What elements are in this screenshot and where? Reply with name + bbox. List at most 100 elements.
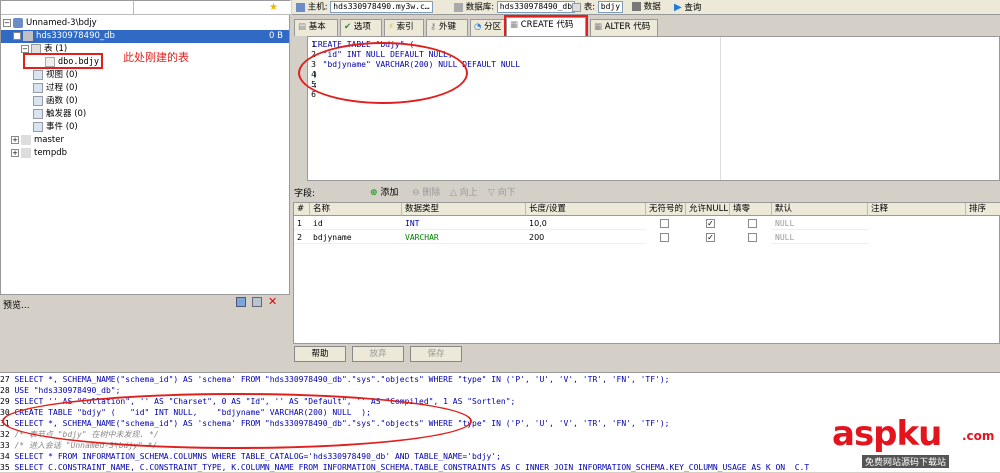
- col-header-name[interactable]: 名称: [310, 203, 402, 216]
- col-header-default[interactable]: 默认: [772, 203, 868, 216]
- col-header-allow-null[interactable]: 允许NULL: [686, 203, 730, 216]
- tree-node-procedures[interactable]: 过程 (0): [33, 82, 78, 95]
- allow-null-checkbox[interactable]: ✓: [706, 233, 715, 242]
- allow-null-checkbox[interactable]: ✓: [706, 219, 715, 228]
- delete-field-button[interactable]: ⊖ 删除: [412, 185, 440, 198]
- field-type-cell[interactable]: VARCHAR: [402, 231, 526, 244]
- db-label: master: [34, 135, 64, 145]
- annotation-ellipse-log: [2, 393, 472, 449]
- annotation-text: 此处刚建的表: [123, 51, 189, 64]
- tab-foreign-keys[interactable]: ⚷ 外键: [426, 19, 468, 36]
- tree-filter-bar[interactable]: ★: [1, 1, 291, 15]
- view-icon: [33, 69, 43, 80]
- tree-root-label: Unnamed-3\bdjy: [26, 18, 97, 28]
- log-line-number: 35: [0, 463, 10, 472]
- log-line-number: 29: [0, 397, 10, 406]
- filter-divider: [133, 1, 134, 15]
- col-header-zerofill[interactable]: 填零: [730, 203, 772, 216]
- close-icon[interactable]: ✕: [268, 295, 277, 308]
- field-length-cell[interactable]: 10,0: [526, 217, 646, 230]
- field-name-cell[interactable]: bdjyname: [310, 231, 402, 244]
- tab-options[interactable]: ✔ 选项: [340, 19, 382, 36]
- function-icon: [33, 95, 43, 106]
- object-tree-panel: ★ − Unnamed-3\bdjy − hds330978490_db 0 B −…: [0, 0, 291, 295]
- table-editor-tabs: ▤ 基本 ✔ 选项 ⚡ 索引 ⚷ 外键 ◔ 分区 ▦ CREATE 代码 ▦ A…: [292, 16, 1000, 36]
- col-header-num[interactable]: #: [294, 203, 310, 216]
- host-value: hds330978490.my3w.c…: [330, 1, 433, 13]
- query-tab[interactable]: ▶ 查询: [674, 1, 701, 14]
- log-text: SELECT *, SCHEMA_NAME("schema_id") AS 's…: [14, 375, 670, 384]
- preview-label: 预览...: [3, 301, 30, 311]
- log-line-number: 27: [0, 375, 10, 384]
- row-num: 1: [294, 217, 310, 230]
- copy-icon[interactable]: [236, 297, 246, 307]
- log-line-number: 34: [0, 452, 10, 461]
- tree-db-selected[interactable]: − hds330978490_db 0 B: [1, 30, 289, 43]
- field-default-cell[interactable]: NULL: [772, 231, 868, 244]
- field-type-cell[interactable]: INT: [402, 217, 526, 230]
- tab-indexes[interactable]: ⚡ 索引: [384, 19, 424, 36]
- field-name-cell[interactable]: id: [310, 217, 402, 230]
- zerofill-checkbox[interactable]: [748, 233, 757, 242]
- table-folder-icon: [31, 43, 41, 54]
- host-label: 主机:: [307, 2, 328, 13]
- collapse-icon[interactable]: −: [21, 44, 29, 53]
- table-label: 表:: [583, 2, 596, 13]
- code-icon: ▦: [594, 22, 603, 32]
- help-button[interactable]: 帮助: [294, 346, 346, 362]
- expand-icon[interactable]: +: [11, 148, 19, 157]
- tree-root[interactable]: − Unnamed-3\bdjy: [3, 17, 97, 30]
- site-watermark-logo: aspku .com 免费网站源码下载站: [832, 415, 998, 471]
- unsigned-checkbox[interactable]: [660, 233, 669, 242]
- trigger-icon: [33, 108, 43, 119]
- field-default-cell[interactable]: NULL: [772, 217, 868, 230]
- tree-db-tempdb[interactable]: + tempdb: [11, 147, 67, 160]
- tree-db-master[interactable]: + master: [11, 134, 64, 147]
- tree-node-events[interactable]: 事件 (0): [33, 121, 78, 134]
- database-icon: [21, 147, 31, 158]
- col-header-length[interactable]: 长度/设置: [526, 203, 646, 216]
- save-icon[interactable]: [252, 297, 262, 307]
- tree-node-triggers[interactable]: 触发器 (0): [33, 108, 86, 121]
- button-label: 向下: [497, 188, 516, 198]
- table-tab[interactable]: 表: bdjy: [572, 1, 624, 14]
- expand-icon[interactable]: +: [11, 135, 19, 144]
- add-field-button[interactable]: ⊕ 添加: [370, 185, 398, 198]
- unsigned-checkbox[interactable]: [660, 219, 669, 228]
- host-tab[interactable]: 主机: hds330978490.my3w.c…: [296, 1, 433, 14]
- tree-node-functions[interactable]: 函数 (0): [33, 95, 78, 108]
- preview-panel: 预览... ✕: [0, 295, 290, 370]
- col-header-sort[interactable]: 排序: [966, 203, 1000, 216]
- col-header-type[interactable]: 数据类型: [402, 203, 526, 216]
- col-header-comment[interactable]: 注释: [868, 203, 966, 216]
- tab-alter-code[interactable]: ▦ ALTER 代码: [590, 19, 658, 36]
- context-tabs-bar: 主机: hds330978490.my3w.c… 数据库: hds3309784…: [292, 0, 1000, 15]
- data-label: 数据: [643, 2, 661, 12]
- tab-partitions[interactable]: ◔ 分区: [470, 19, 506, 36]
- tab-basic[interactable]: ▤ 基本: [294, 19, 338, 36]
- table-value: bdjy: [597, 1, 624, 13]
- minus-icon: ⊖: [412, 188, 420, 198]
- log-line: 34 SELECT * FROM INFORMATION_SCHEMA.COLU…: [0, 451, 501, 462]
- zerofill-checkbox[interactable]: [748, 219, 757, 228]
- play-icon: ▶: [674, 2, 682, 13]
- watermark-brand: aspku: [832, 414, 942, 454]
- collapse-icon[interactable]: −: [13, 31, 21, 40]
- discard-button[interactable]: 放弃: [352, 346, 404, 362]
- db-tab[interactable]: 数据库: hds330978490_db: [454, 1, 576, 14]
- move-up-button[interactable]: △ 向上: [450, 185, 478, 198]
- tab-label: ALTER 代码: [604, 22, 651, 32]
- tab-label: 选项: [353, 22, 371, 32]
- node-label: 触发器 (0): [46, 109, 87, 119]
- data-tab[interactable]: 数据: [632, 1, 661, 14]
- table-icon: [572, 2, 581, 12]
- move-down-button[interactable]: ▽ 向下: [488, 185, 516, 198]
- col-header-unsigned[interactable]: 无符号的: [646, 203, 686, 216]
- collapse-icon[interactable]: −: [3, 18, 11, 27]
- tree-node-views[interactable]: 视图 (0): [33, 69, 78, 82]
- partition-icon: ◔: [474, 22, 482, 32]
- log-line: 28 USE "hds330978490_db";: [0, 385, 120, 396]
- star-icon[interactable]: ★: [269, 2, 278, 13]
- field-length-cell[interactable]: 200: [526, 231, 646, 244]
- save-button[interactable]: 保存: [410, 346, 462, 362]
